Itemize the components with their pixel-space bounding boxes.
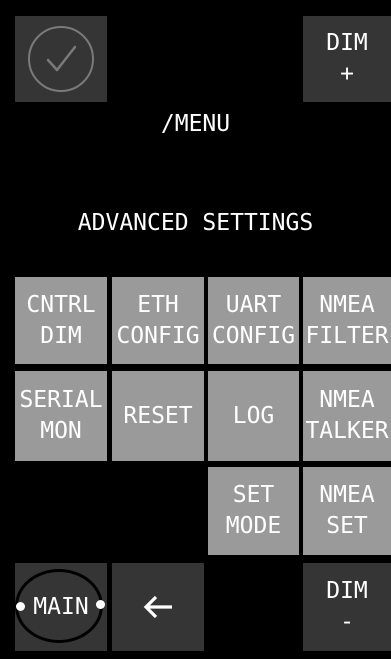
uart-config-button[interactable]: UART CONFIG <box>208 277 299 364</box>
main-right-dot <box>96 600 105 609</box>
confirm-button[interactable] <box>15 16 107 102</box>
reset-button[interactable]: RESET <box>112 371 204 461</box>
section-title: ADVANCED SETTINGS <box>77 210 314 236</box>
nmea-set-button[interactable]: NMEA SET <box>303 467 391 555</box>
dim-down-button[interactable]: DIM - <box>303 563 391 651</box>
check-circle-icon <box>28 26 94 92</box>
log-button[interactable]: LOG <box>208 371 299 461</box>
back-button[interactable] <box>112 563 204 651</box>
dim-up-button[interactable]: DIM + <box>303 16 391 102</box>
serial-mon-button[interactable]: SERIAL MON <box>15 371 107 461</box>
left-arrow-icon <box>143 595 172 619</box>
menu-path: /MENU <box>160 111 231 137</box>
main-ring-outline <box>15 569 103 643</box>
cntrl-dim-button[interactable]: CNTRL DIM <box>15 277 107 364</box>
nmea-filter-button[interactable]: NMEA FILTER <box>303 277 391 364</box>
set-mode-button[interactable]: SET MODE <box>208 467 299 555</box>
main-left-dot <box>16 602 25 611</box>
eth-config-button[interactable]: ETH CONFIG <box>112 277 204 364</box>
nmea-talker-button[interactable]: NMEA TALKER <box>303 371 391 461</box>
